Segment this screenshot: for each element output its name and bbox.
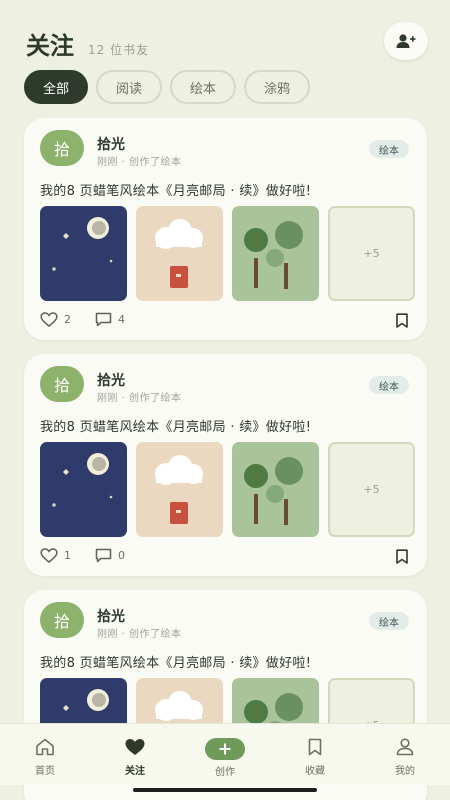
- tab-reading[interactable]: 阅读: [96, 70, 163, 104]
- like-count: 1: [64, 549, 71, 562]
- create-button[interactable]: [205, 738, 245, 760]
- thumbnail-row: +5: [40, 442, 415, 537]
- filter-tabs: 全部 阅读 绘本 涂鸦: [24, 70, 311, 104]
- page-title: 关注: [26, 32, 74, 60]
- comment-icon: [95, 548, 112, 563]
- thumbnail-mailbox[interactable]: [136, 442, 223, 537]
- comment-count: 4: [118, 313, 125, 326]
- add-friend-button[interactable]: [384, 22, 428, 60]
- comment-icon: [95, 312, 112, 327]
- post-time: 刚刚: [97, 157, 118, 168]
- thumbnail-forest[interactable]: [232, 442, 319, 537]
- like-button[interactable]: 1: [40, 548, 71, 563]
- post-time: 刚刚: [97, 629, 118, 640]
- trees-illustration: [244, 221, 303, 289]
- author-name[interactable]: 拾光: [97, 134, 125, 154]
- nav-home-label: 首页: [35, 766, 55, 777]
- post-meta: 刚刚 · 创作了绘本: [97, 389, 182, 404]
- post-text: 我的8 页蜡笔风绘本《月亮邮局 · 续》做好啦!: [40, 656, 312, 671]
- tab-doodle[interactable]: 涂鸦: [244, 70, 311, 104]
- bottom-nav: 首页 关注 创作 收藏 我的: [0, 723, 450, 785]
- more-pages-button[interactable]: +5: [328, 442, 415, 537]
- nav-home[interactable]: 首页: [0, 724, 90, 785]
- category-badge: 绘本: [369, 376, 409, 394]
- bookmark-icon: [308, 738, 322, 756]
- category-badge: 绘本: [369, 612, 409, 630]
- post-text: 我的8 页蜡笔风绘本《月亮邮局 · 续》做好啦!: [40, 184, 312, 199]
- avatar[interactable]: 拾: [40, 366, 84, 402]
- heart-icon: [125, 739, 145, 755]
- meta-separator: ·: [121, 393, 130, 404]
- nav-following-label: 关注: [125, 766, 145, 777]
- nav-create[interactable]: 创作: [180, 724, 270, 785]
- cloud-mailbox-illustration: [155, 455, 203, 524]
- post-text: 我的8 页蜡笔风绘本《月亮邮局 · 续》做好啦!: [40, 420, 312, 435]
- user-icon: [396, 738, 414, 756]
- post-actions: 2 4: [40, 312, 149, 327]
- meta-separator: ·: [121, 629, 130, 640]
- thumbnail-mailbox[interactable]: [136, 206, 223, 301]
- plus-icon: [219, 743, 231, 755]
- moon-night-illustration: [52, 453, 113, 507]
- post-actions: 1 0: [40, 548, 149, 563]
- post-meta: 刚刚 · 创作了绘本: [97, 625, 182, 640]
- category-badge: 绘本: [369, 140, 409, 158]
- author-name[interactable]: 拾光: [97, 606, 125, 626]
- bookmark-icon: [396, 549, 408, 564]
- post-card[interactable]: 拾 拾光 刚刚 · 创作了绘本 绘本 我的8 页蜡笔风绘本《月亮邮局 · 续》做…: [24, 118, 427, 340]
- post-time: 刚刚: [97, 393, 118, 404]
- comment-button[interactable]: 0: [95, 548, 125, 563]
- thumbnail-forest[interactable]: [232, 206, 319, 301]
- page-header: 关注 12 位书友: [26, 26, 149, 61]
- trees-illustration: [244, 457, 303, 525]
- like-button[interactable]: 2: [40, 312, 71, 327]
- post-action: 创作了绘本: [129, 393, 182, 404]
- like-count: 2: [64, 313, 71, 326]
- author-name[interactable]: 拾光: [97, 370, 125, 390]
- heart-outline-icon: [40, 548, 58, 563]
- post-card[interactable]: 拾 拾光 刚刚 · 创作了绘本 绘本 我的8 页蜡笔风绘本《月亮邮局 · 续》做…: [24, 354, 427, 576]
- thumbnail-night-sky[interactable]: [40, 442, 127, 537]
- thumbnail-night-sky[interactable]: [40, 206, 127, 301]
- nav-following[interactable]: 关注: [90, 724, 180, 785]
- avatar[interactable]: 拾: [40, 602, 84, 638]
- tab-picture-book[interactable]: 绘本: [170, 70, 237, 104]
- home-indicator: [133, 788, 317, 792]
- nav-favorites-label: 收藏: [305, 766, 325, 777]
- avatar[interactable]: 拾: [40, 130, 84, 166]
- bookmark-button[interactable]: [395, 549, 409, 568]
- nav-profile[interactable]: 我的: [360, 724, 450, 785]
- nav-favorites[interactable]: 收藏: [270, 724, 360, 785]
- friend-count: 12 位书友: [88, 43, 150, 57]
- moon-night-illustration: [52, 217, 113, 271]
- meta-separator: ·: [121, 157, 130, 168]
- bookmark-button[interactable]: [395, 313, 409, 332]
- post-action: 创作了绘本: [129, 629, 182, 640]
- cloud-mailbox-illustration: [155, 219, 203, 288]
- nav-profile-label: 我的: [395, 766, 415, 777]
- comment-button[interactable]: 4: [95, 312, 125, 327]
- post-meta: 刚刚 · 创作了绘本: [97, 153, 182, 168]
- nav-create-label: 创作: [215, 767, 235, 778]
- more-pages-button[interactable]: +5: [328, 206, 415, 301]
- bookmark-icon: [396, 313, 408, 328]
- post-action: 创作了绘本: [129, 157, 182, 168]
- tab-all[interactable]: 全部: [24, 70, 89, 104]
- comment-count: 0: [118, 549, 125, 562]
- thumbnail-row: +5: [40, 206, 415, 301]
- heart-outline-icon: [40, 312, 58, 327]
- home-icon: [36, 738, 54, 756]
- add-user-icon: [396, 34, 416, 48]
